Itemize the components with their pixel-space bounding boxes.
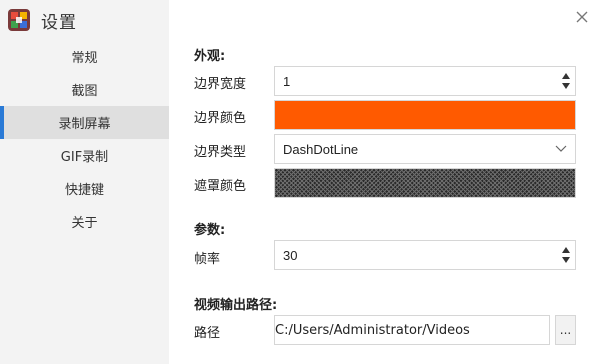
border-width-spinner — [559, 67, 573, 95]
border-width-value: 1 — [283, 73, 291, 89]
frame-rate-spinbox[interactable]: 30 — [274, 240, 576, 270]
app-title: 设置 — [41, 12, 77, 33]
browse-path-button[interactable]: ... — [555, 315, 576, 345]
output-path-input[interactable]: C:/Users/Administrator/Videos — [274, 315, 550, 345]
frame-rate-decrease-button[interactable] — [561, 255, 571, 265]
border-width-label: 边界宽度 — [194, 77, 247, 92]
chevron-down-icon — [555, 145, 567, 152]
sidebar-item-label: GIF录制 — [60, 150, 109, 165]
frame-rate-increase-button[interactable] — [561, 245, 571, 255]
border-type-value: DashDotLine — [283, 141, 359, 157]
sidebar-item-screen-record[interactable]: 录制屏幕 — [0, 106, 169, 139]
sidebar-item-screenshot[interactable]: 截图 — [0, 73, 169, 106]
sidebar-item-label: 关于 — [71, 216, 98, 231]
sidebar-item-label: 常规 — [71, 51, 98, 66]
sidebar-item-gif-record[interactable]: GIF录制 — [0, 139, 169, 172]
frame-rate-value: 30 — [283, 247, 298, 263]
border-type-dropdown-toggle[interactable] — [551, 135, 571, 163]
output-path-value: C:/Users/Administrator/Videos — [275, 322, 470, 338]
border-type-select[interactable]: DashDotLine — [274, 134, 576, 164]
border-width-spinbox[interactable]: 1 — [274, 66, 576, 96]
mask-color-label: 遮罩颜色 — [194, 179, 247, 194]
border-color-label: 边界颜色 — [194, 111, 247, 126]
spin-up-icon — [562, 247, 570, 253]
frame-rate-spinner — [559, 241, 573, 269]
sidebar-item-shortcuts[interactable]: 快捷键 — [0, 172, 169, 205]
sidebar-item-general[interactable]: 常规 — [0, 40, 169, 73]
sidebar-item-label: 截图 — [71, 84, 98, 99]
sidebar-nav: 常规 截图 录制屏幕 GIF录制 快捷键 关于 — [0, 40, 169, 238]
spin-down-icon — [562, 257, 570, 263]
spin-down-icon — [562, 83, 570, 89]
close-icon — [576, 11, 588, 23]
border-width-decrease-button[interactable] — [561, 81, 571, 91]
app-header: 设置 — [8, 6, 77, 34]
sidebar-item-label: 录制屏幕 — [58, 117, 111, 132]
output-section-title: 视频输出路径: — [194, 298, 278, 313]
border-width-increase-button[interactable] — [561, 71, 571, 81]
sidebar-item-label: 快捷键 — [64, 183, 104, 198]
params-section-title: 参数: — [194, 223, 226, 238]
close-button[interactable] — [574, 9, 590, 25]
border-color-swatch[interactable] — [274, 100, 576, 130]
spin-up-icon — [562, 73, 570, 79]
sidebar: 设置 常规 截图 录制屏幕 GIF录制 快捷键 关于 — [0, 0, 169, 364]
app-logo-icon — [8, 9, 30, 31]
mask-color-swatch[interactable] — [274, 168, 576, 198]
output-path-label: 路径 — [194, 326, 221, 341]
frame-rate-label: 帧率 — [194, 252, 221, 267]
sidebar-item-about[interactable]: 关于 — [0, 205, 169, 238]
appearance-section-title: 外观: — [194, 49, 226, 64]
border-type-label: 边界类型 — [194, 145, 247, 160]
